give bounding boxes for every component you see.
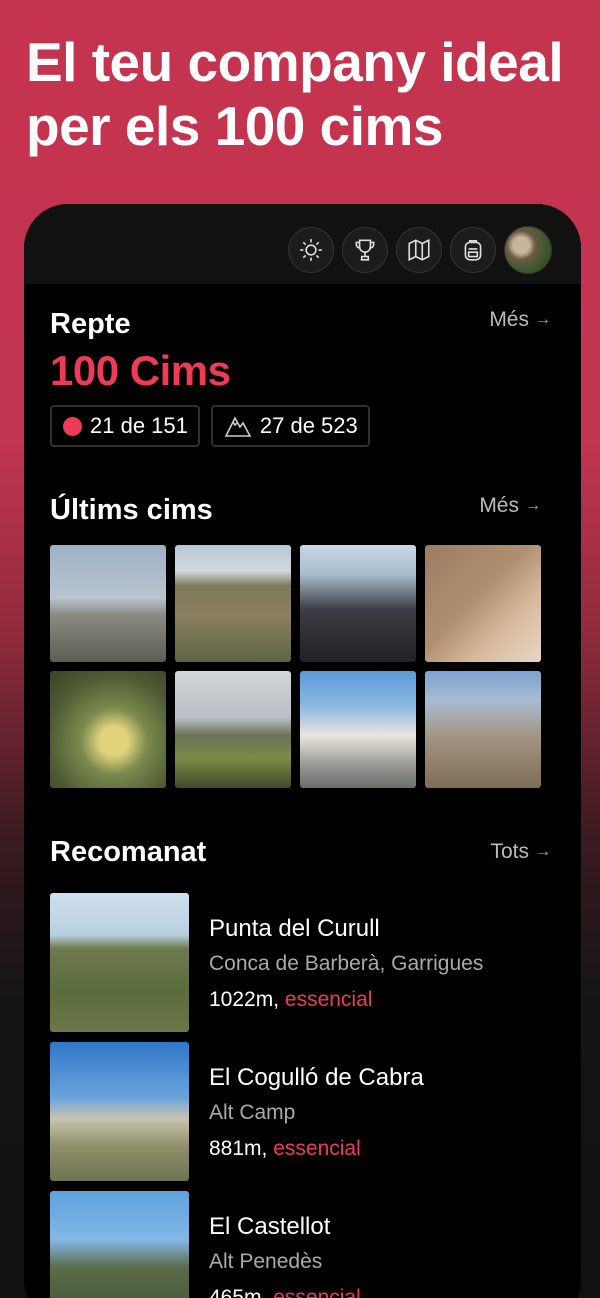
peak-info: El Cogulló de Cabra Alt Camp 881m, essen…: [209, 1042, 424, 1182]
peak-photo[interactable]: [300, 545, 416, 662]
headline: El teu company ideal per els 100 cims: [26, 30, 586, 158]
peak-altitude: 1022m,: [209, 988, 280, 1011]
top-toolbar: [24, 204, 581, 284]
peak-area: Alt Penedès: [209, 1250, 323, 1273]
peak-tag: essencial: [273, 1286, 361, 1298]
more-label: Més: [479, 494, 519, 517]
mountain-icon: [224, 416, 252, 437]
recommended-list: Punta del Curull Conca de Barberà, Garri…: [50, 893, 551, 1298]
all-label: Tots: [490, 840, 529, 863]
recommended-all-link[interactable]: Tots →: [490, 840, 551, 864]
peak-photo[interactable]: [300, 671, 416, 788]
peak-tag: essencial: [284, 988, 373, 1011]
peak-meta: 881m, essencial: [209, 1137, 424, 1161]
peak-altitude: 881m,: [209, 1137, 268, 1160]
summits-chip[interactable]: 27 de 523: [210, 405, 370, 447]
map-button[interactable]: [396, 227, 442, 273]
peak-photo[interactable]: [425, 671, 541, 788]
peak-photo[interactable]: [50, 545, 166, 662]
list-item[interactable]: El Cogulló de Cabra Alt Camp 881m, essen…: [50, 1042, 551, 1182]
headline-line-1: El teu company ideal: [26, 31, 564, 93]
peak-photo[interactable]: [175, 545, 291, 662]
peak-thumbnail: [50, 1191, 189, 1298]
phone-screen: Més → Repte 100 Cims 21 de 151 27 de 523…: [24, 204, 581, 1298]
peak-name: El Cogulló de Cabra: [209, 1064, 424, 1091]
peaks-chip[interactable]: 21 de 151: [50, 405, 200, 447]
weather-button[interactable]: [288, 227, 334, 273]
latest-peaks-title: Últims cims: [50, 494, 213, 526]
peak-area: Conca de Barberà, Garrigues: [209, 952, 484, 975]
peak-info: El Castellot Alt Penedès 465m, essencial: [209, 1191, 361, 1298]
latest-peaks-section: Més → Últims cims: [50, 494, 541, 788]
peak-photo[interactable]: [425, 545, 541, 662]
recommended-title: Recomanat: [50, 836, 207, 868]
arrow-right-icon: →: [535, 311, 551, 328]
list-item[interactable]: El Castellot Alt Penedès 465m, essencial: [50, 1191, 551, 1298]
peak-name: Punta del Curull: [209, 915, 380, 942]
challenge-section: Més → Repte 100 Cims 21 de 151 27 de 523: [50, 308, 551, 447]
arrow-right-icon: →: [535, 843, 551, 860]
peak-thumbnail: [50, 893, 189, 1032]
peak-meta: 1022m, essencial: [209, 988, 483, 1012]
sun-icon: [300, 239, 322, 261]
peak-area: Alt Camp: [209, 1101, 296, 1124]
avatar[interactable]: [504, 226, 552, 274]
challenges-button[interactable]: [342, 227, 388, 273]
latest-more-link[interactable]: Més →: [479, 494, 541, 518]
challenge-more-link[interactable]: Més →: [489, 308, 551, 332]
headline-line-2: per els 100 cims: [26, 95, 444, 157]
peak-thumbnail: [50, 1042, 189, 1181]
trophy-icon: [355, 239, 375, 261]
peaks-count: 21 de 151: [90, 413, 188, 438]
summits-count: 27 de 523: [259, 413, 358, 438]
challenge-stats: 21 de 151 27 de 523: [50, 405, 551, 447]
peak-photo[interactable]: [50, 671, 166, 788]
recommended-section: Tots → Recomanat Punta del Curull Conca …: [50, 836, 551, 1298]
list-item[interactable]: Punta del Curull Conca de Barberà, Garri…: [50, 893, 551, 1033]
backpack-button[interactable]: [450, 227, 496, 273]
more-label: Més: [489, 308, 529, 331]
challenge-name[interactable]: 100 Cims: [50, 347, 551, 395]
challenge-title: Repte: [50, 308, 131, 340]
peak-tag: essencial: [273, 1137, 361, 1160]
peak-altitude: 465m,: [209, 1286, 268, 1298]
peak-name: El Castellot: [209, 1213, 331, 1240]
arrow-right-icon: →: [525, 497, 541, 514]
peak-meta: 465m, essencial: [209, 1286, 361, 1298]
peak-photo[interactable]: [175, 671, 291, 788]
map-icon: [408, 238, 430, 262]
progress-dot-icon: [63, 416, 82, 436]
backpack-icon: [464, 239, 482, 261]
peak-info: Punta del Curull Conca de Barberà, Garri…: [209, 893, 483, 1033]
photo-grid: [50, 545, 541, 788]
